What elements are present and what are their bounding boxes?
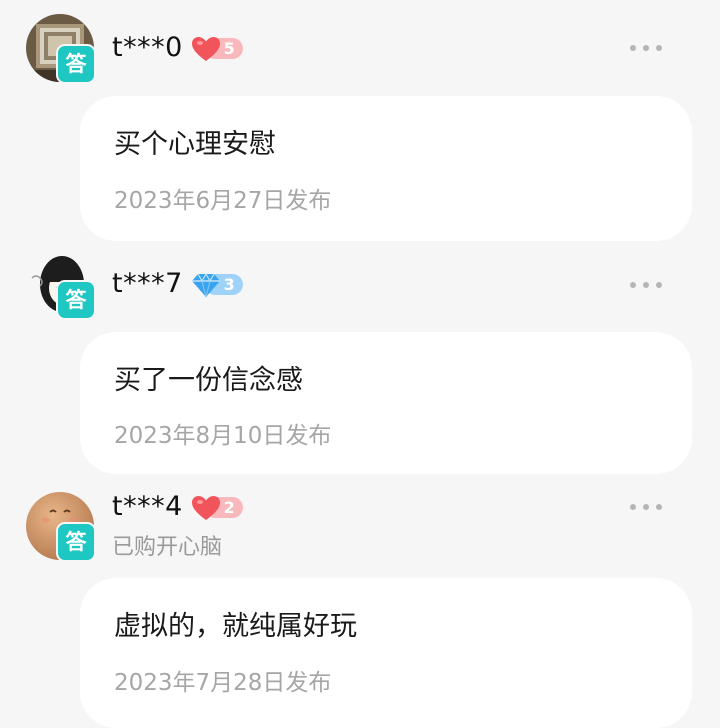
more-dots-icon[interactable] [630,282,662,290]
more-dots-icon[interactable] [630,504,662,512]
answer-card[interactable]: 买了一份信念感 2023年8月10日发布 [80,332,692,474]
heart-icon [191,496,220,520]
avatar[interactable]: 答 [26,492,96,562]
avatar[interactable]: 答 [26,250,96,320]
username[interactable]: t***4 [112,492,183,522]
answer-content: 虚拟的，就纯属好玩 [114,611,357,642]
answer-content: 买了一份信念感 [114,365,303,396]
answer-content: 买个心理安慰 [114,129,276,160]
answer-date: 2023年7月28日发布 [114,670,332,696]
answer-badge: 答 [56,280,96,320]
avatar[interactable]: 答 [26,14,96,84]
more-dots-icon[interactable] [630,45,662,53]
answer-card[interactable]: 买个心理安慰 2023年6月27日发布 [80,96,692,241]
username[interactable]: t***7 [112,269,183,299]
answer-badge: 答 [56,522,96,562]
purchased-tag: 已购开心脑 [112,535,223,560]
username[interactable]: t***0 [112,33,183,63]
answer-badge: 答 [56,44,96,84]
answer-date: 2023年8月10日发布 [114,423,332,449]
diamond-icon [191,272,220,298]
answer-date: 2023年6月27日发布 [114,188,332,214]
answer-card[interactable]: 虚拟的，就纯属好玩 2023年7月28日发布 [80,578,692,728]
heart-icon [191,37,220,61]
